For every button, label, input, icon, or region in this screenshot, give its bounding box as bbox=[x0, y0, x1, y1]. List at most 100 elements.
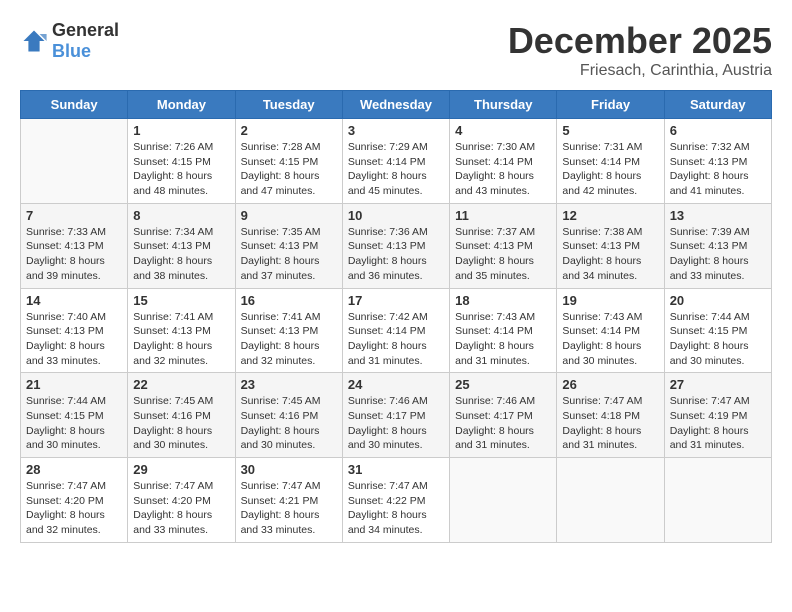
header-tuesday: Tuesday bbox=[235, 91, 342, 119]
calendar-cell: 16 Sunrise: 7:41 AMSunset: 4:13 PMDayligh… bbox=[235, 288, 342, 373]
logo-text-blue: Blue bbox=[52, 41, 91, 61]
day-number: 29 bbox=[133, 462, 229, 477]
day-info: Sunrise: 7:43 AMSunset: 4:14 PMDaylight:… bbox=[562, 310, 658, 369]
day-info: Sunrise: 7:39 AMSunset: 4:13 PMDaylight:… bbox=[670, 225, 766, 284]
day-number: 17 bbox=[348, 293, 444, 308]
calendar-cell: 4 Sunrise: 7:30 AMSunset: 4:14 PMDaylight… bbox=[450, 119, 557, 204]
day-number: 22 bbox=[133, 377, 229, 392]
day-info: Sunrise: 7:37 AMSunset: 4:13 PMDaylight:… bbox=[455, 225, 551, 284]
day-info: Sunrise: 7:47 AMSunset: 4:18 PMDaylight:… bbox=[562, 394, 658, 453]
day-number: 16 bbox=[241, 293, 337, 308]
weekday-header-row: Sunday Monday Tuesday Wednesday Thursday… bbox=[21, 91, 772, 119]
day-info: Sunrise: 7:28 AMSunset: 4:15 PMDaylight:… bbox=[241, 140, 337, 199]
day-info: Sunrise: 7:33 AMSunset: 4:13 PMDaylight:… bbox=[26, 225, 122, 284]
day-info: Sunrise: 7:47 AMSunset: 4:20 PMDaylight:… bbox=[26, 479, 122, 538]
calendar-cell: 9 Sunrise: 7:35 AMSunset: 4:13 PMDaylight… bbox=[235, 203, 342, 288]
calendar-cell: 22 Sunrise: 7:45 AMSunset: 4:16 PMDayligh… bbox=[128, 373, 235, 458]
day-number: 21 bbox=[26, 377, 122, 392]
header-monday: Monday bbox=[128, 91, 235, 119]
calendar-cell: 21 Sunrise: 7:44 AMSunset: 4:15 PMDayligh… bbox=[21, 373, 128, 458]
day-info: Sunrise: 7:44 AMSunset: 4:15 PMDaylight:… bbox=[26, 394, 122, 453]
day-info: Sunrise: 7:36 AMSunset: 4:13 PMDaylight:… bbox=[348, 225, 444, 284]
logo: General Blue bbox=[20, 20, 119, 62]
calendar-cell: 5Sunrise: 7:31 AMSunset: 4:14 PMDaylight… bbox=[557, 119, 664, 204]
day-info: Sunrise: 7:45 AMSunset: 4:16 PMDaylight:… bbox=[133, 394, 229, 453]
day-number: 30 bbox=[241, 462, 337, 477]
day-number: 4 bbox=[455, 123, 551, 138]
calendar-cell bbox=[664, 458, 771, 543]
day-number: 24 bbox=[348, 377, 444, 392]
day-number: 14 bbox=[26, 293, 122, 308]
calendar-cell: 8 Sunrise: 7:34 AMSunset: 4:13 PMDaylight… bbox=[128, 203, 235, 288]
calendar-cell bbox=[21, 119, 128, 204]
calendar-cell: 29 Sunrise: 7:47 AMSunset: 4:20 PMDayligh… bbox=[128, 458, 235, 543]
day-number: 1 bbox=[133, 123, 229, 138]
calendar-cell bbox=[450, 458, 557, 543]
day-number: 8 bbox=[133, 208, 229, 223]
day-info: Sunrise: 7:47 AMSunset: 4:21 PMDaylight:… bbox=[241, 479, 337, 538]
day-info: Sunrise: 7:43 AMSunset: 4:14 PMDaylight:… bbox=[455, 310, 551, 369]
calendar-cell: 15 Sunrise: 7:41 AMSunset: 4:13 PMDayligh… bbox=[128, 288, 235, 373]
calendar-cell: 28Sunrise: 7:47 AMSunset: 4:20 PMDayligh… bbox=[21, 458, 128, 543]
calendar-cell: 12Sunrise: 7:38 AMSunset: 4:13 PMDayligh… bbox=[557, 203, 664, 288]
title-area: December 2025 Friesach, Carinthia, Austr… bbox=[508, 20, 772, 80]
calendar-cell: 27Sunrise: 7:47 AMSunset: 4:19 PMDayligh… bbox=[664, 373, 771, 458]
day-number: 10 bbox=[348, 208, 444, 223]
calendar-week-row: 21 Sunrise: 7:44 AMSunset: 4:15 PMDayligh… bbox=[21, 373, 772, 458]
day-number: 20 bbox=[670, 293, 766, 308]
day-info: Sunrise: 7:35 AMSunset: 4:13 PMDaylight:… bbox=[241, 225, 337, 284]
calendar-cell: 11 Sunrise: 7:37 AMSunset: 4:13 PMDayligh… bbox=[450, 203, 557, 288]
day-number: 19 bbox=[562, 293, 658, 308]
day-info: Sunrise: 7:30 AMSunset: 4:14 PMDaylight:… bbox=[455, 140, 551, 199]
header-friday: Friday bbox=[557, 91, 664, 119]
header-saturday: Saturday bbox=[664, 91, 771, 119]
calendar-cell: 3Sunrise: 7:29 AMSunset: 4:14 PMDaylight… bbox=[342, 119, 449, 204]
calendar-week-row: 14Sunrise: 7:40 AMSunset: 4:13 PMDayligh… bbox=[21, 288, 772, 373]
calendar-week-row: 28Sunrise: 7:47 AMSunset: 4:20 PMDayligh… bbox=[21, 458, 772, 543]
day-number: 11 bbox=[455, 208, 551, 223]
day-info: Sunrise: 7:42 AMSunset: 4:14 PMDaylight:… bbox=[348, 310, 444, 369]
calendar-cell: 2 Sunrise: 7:28 AMSunset: 4:15 PMDaylight… bbox=[235, 119, 342, 204]
day-number: 31 bbox=[348, 462, 444, 477]
calendar-cell: 25Sunrise: 7:46 AMSunset: 4:17 PMDayligh… bbox=[450, 373, 557, 458]
day-number: 13 bbox=[670, 208, 766, 223]
day-number: 12 bbox=[562, 208, 658, 223]
day-number: 15 bbox=[133, 293, 229, 308]
calendar: Sunday Monday Tuesday Wednesday Thursday… bbox=[20, 90, 772, 543]
day-info: Sunrise: 7:47 AMSunset: 4:22 PMDaylight:… bbox=[348, 479, 444, 538]
header-wednesday: Wednesday bbox=[342, 91, 449, 119]
calendar-cell: 20 Sunrise: 7:44 AMSunset: 4:15 PMDayligh… bbox=[664, 288, 771, 373]
calendar-cell bbox=[557, 458, 664, 543]
calendar-cell: 31 Sunrise: 7:47 AMSunset: 4:22 PMDayligh… bbox=[342, 458, 449, 543]
calendar-cell: 14Sunrise: 7:40 AMSunset: 4:13 PMDayligh… bbox=[21, 288, 128, 373]
day-info: Sunrise: 7:26 AMSunset: 4:15 PMDaylight:… bbox=[133, 140, 229, 199]
day-number: 2 bbox=[241, 123, 337, 138]
day-info: Sunrise: 7:47 AMSunset: 4:20 PMDaylight:… bbox=[133, 479, 229, 538]
calendar-week-row: 1 Sunrise: 7:26 AMSunset: 4:15 PMDaylight… bbox=[21, 119, 772, 204]
location: Friesach, Carinthia, Austria bbox=[508, 62, 772, 80]
day-number: 27 bbox=[670, 377, 766, 392]
day-info: Sunrise: 7:29 AMSunset: 4:14 PMDaylight:… bbox=[348, 140, 444, 199]
day-info: Sunrise: 7:44 AMSunset: 4:15 PMDaylight:… bbox=[670, 310, 766, 369]
calendar-cell: 26 Sunrise: 7:47 AMSunset: 4:18 PMDayligh… bbox=[557, 373, 664, 458]
calendar-cell: 23Sunrise: 7:45 AMSunset: 4:16 PMDayligh… bbox=[235, 373, 342, 458]
day-info: Sunrise: 7:46 AMSunset: 4:17 PMDaylight:… bbox=[348, 394, 444, 453]
logo-text-general: General bbox=[52, 20, 119, 40]
day-info: Sunrise: 7:46 AMSunset: 4:17 PMDaylight:… bbox=[455, 394, 551, 453]
logo-icon bbox=[20, 27, 48, 55]
day-info: Sunrise: 7:41 AMSunset: 4:13 PMDaylight:… bbox=[133, 310, 229, 369]
calendar-cell: 13 Sunrise: 7:39 AMSunset: 4:13 PMDayligh… bbox=[664, 203, 771, 288]
day-number: 26 bbox=[562, 377, 658, 392]
header-sunday: Sunday bbox=[21, 91, 128, 119]
header-thursday: Thursday bbox=[450, 91, 557, 119]
month-year: December 2025 bbox=[508, 20, 772, 62]
calendar-cell: 30 Sunrise: 7:47 AMSunset: 4:21 PMDayligh… bbox=[235, 458, 342, 543]
calendar-cell: 6Sunrise: 7:32 AMSunset: 4:13 PMDaylight… bbox=[664, 119, 771, 204]
day-info: Sunrise: 7:31 AMSunset: 4:14 PMDaylight:… bbox=[562, 140, 658, 199]
calendar-cell: 24 Sunrise: 7:46 AMSunset: 4:17 PMDayligh… bbox=[342, 373, 449, 458]
day-info: Sunrise: 7:41 AMSunset: 4:13 PMDaylight:… bbox=[241, 310, 337, 369]
header: General Blue December 2025 Friesach, Car… bbox=[20, 20, 772, 80]
day-number: 9 bbox=[241, 208, 337, 223]
calendar-cell: 17 Sunrise: 7:42 AMSunset: 4:14 PMDayligh… bbox=[342, 288, 449, 373]
day-info: Sunrise: 7:34 AMSunset: 4:13 PMDaylight:… bbox=[133, 225, 229, 284]
